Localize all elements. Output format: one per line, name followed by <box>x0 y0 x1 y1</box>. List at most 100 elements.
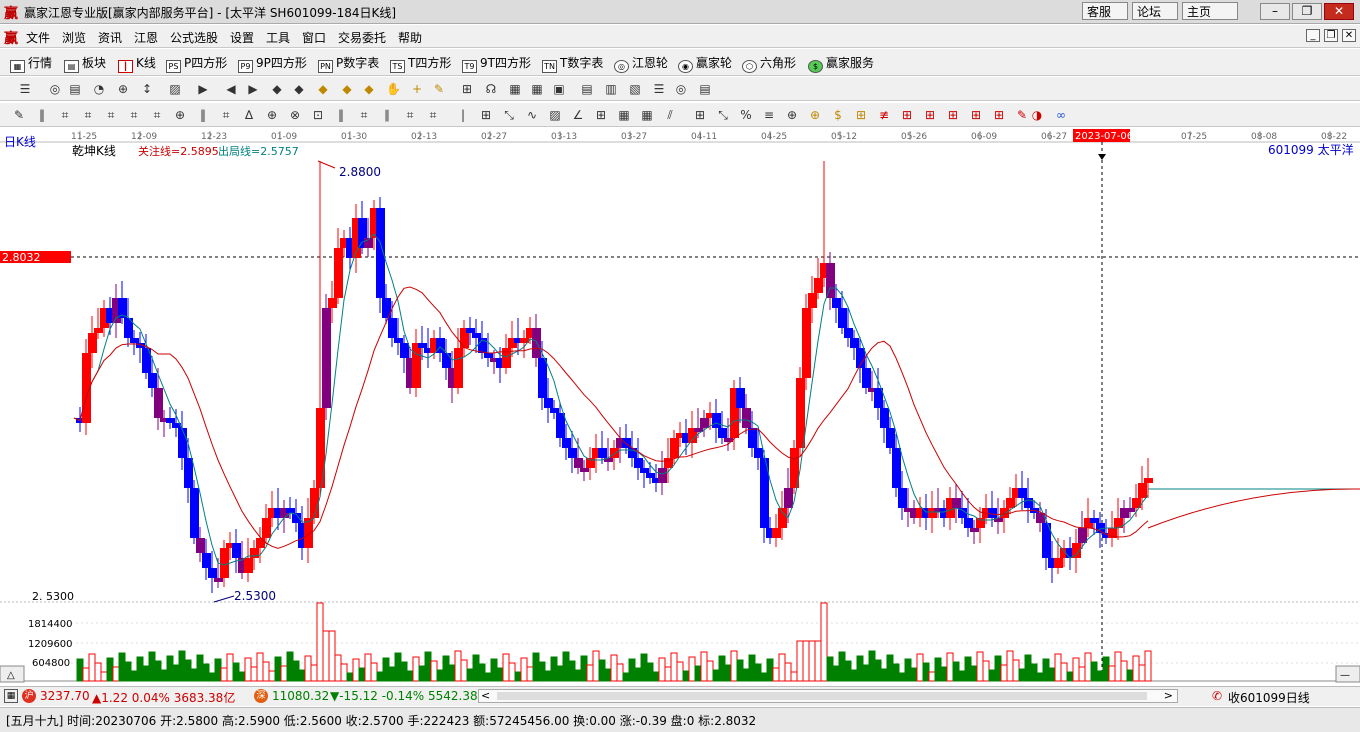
tool-row2-button[interactable]: ⊞ <box>992 108 1006 122</box>
nav-gann-wheel[interactable]: ◎ 江恩轮 <box>614 54 668 73</box>
tool-row2-button[interactable]: ▦ <box>640 108 654 122</box>
tool-row2-button[interactable]: ⌗ <box>104 108 118 122</box>
menu-gann[interactable]: 江恩 <box>134 29 158 46</box>
tool-row1-button[interactable]: + <box>410 82 424 96</box>
nav-hexagon[interactable]: ⬡ 六角形 <box>742 54 796 73</box>
tool-row1-button[interactable]: ☰ <box>652 82 666 96</box>
tool-row2-button[interactable]: ⌗ <box>426 108 440 122</box>
tool-row2-button[interactable]: % <box>739 108 753 122</box>
tool-row1-button[interactable]: ◔ <box>92 82 106 96</box>
tool-row2-button[interactable]: ∆ <box>242 108 256 122</box>
menu-formula[interactable]: 公式选股 <box>170 29 218 46</box>
tool-row1-button[interactable]: ◆ <box>292 82 306 96</box>
tool-row2-button[interactable]: ≡ <box>762 108 776 122</box>
tool-row1-button[interactable]: ◆ <box>362 82 376 96</box>
kline-chart[interactable]: 11-25 12-09 12-23 01-09 01-30 02-13 02-27 03-13… <box>0 128 1360 686</box>
tool-row1-button[interactable]: ✋ <box>386 82 401 96</box>
tool-row2-button[interactable]: ⌗ <box>150 108 164 122</box>
tool-row2-button[interactable]: ‖ <box>35 108 49 122</box>
menu-news[interactable]: 资讯 <box>98 29 122 46</box>
menu-trade[interactable]: 交易委托 <box>338 29 386 46</box>
tool-row2-button[interactable]: ⤡ <box>502 108 516 122</box>
mdi-close-icon[interactable]: ✕ <box>1342 29 1356 42</box>
tool-row1-button[interactable]: ▦ <box>530 82 544 96</box>
tool-row2-button[interactable]: ⤡ <box>716 108 730 122</box>
close-icon[interactable]: ✕ <box>1324 3 1354 20</box>
tool-row2-button[interactable]: ✎ <box>12 108 26 122</box>
tool-row1-button[interactable]: ▣ <box>552 82 566 96</box>
tool-row1-button[interactable]: ☰ <box>18 82 32 96</box>
tool-row2-button[interactable]: ⊞ <box>969 108 983 122</box>
tool-row1-button[interactable]: ▤ <box>580 82 594 96</box>
tool-row2-button[interactable]: ⌗ <box>81 108 95 122</box>
nav-t-table[interactable]: TN T数字表 <box>542 54 603 73</box>
menu-browse[interactable]: 浏览 <box>62 29 86 46</box>
tool-row2-button[interactable]: ⌗ <box>403 108 417 122</box>
tool-row2-button[interactable]: ‖ <box>196 108 210 122</box>
tool-row2-button[interactable]: ✎ <box>1015 108 1029 122</box>
grid-icon[interactable]: ▦ <box>4 689 18 703</box>
tool-row1-button[interactable]: ▦ <box>508 82 522 96</box>
tool-row1-button[interactable]: ▨ <box>168 82 182 96</box>
nav-sectors[interactable]: ▤ 板块 <box>64 54 106 73</box>
tool-row2-button[interactable]: ≢ <box>877 108 891 122</box>
mdi-restore-icon[interactable]: ❐ <box>1324 29 1338 42</box>
tool-row2-button[interactable]: ⫽ <box>663 108 677 122</box>
tool-row1-button[interactable]: ▶ <box>246 82 260 96</box>
tool-row2-button[interactable]: ▨ <box>548 108 562 122</box>
tool-row2-button[interactable]: ⊕ <box>808 108 822 122</box>
tool-row1-button[interactable]: ⊕ <box>116 82 130 96</box>
tool-row2-button[interactable]: ⊞ <box>946 108 960 122</box>
tool-row1-button[interactable]: ◆ <box>340 82 354 96</box>
tool-row2-button[interactable]: ⌗ <box>357 108 371 122</box>
tool-row1-button[interactable]: ◎ <box>674 82 688 96</box>
forum-button[interactable]: 论坛 <box>1132 2 1178 20</box>
tool-row1-button[interactable]: ▤ <box>68 82 82 96</box>
tool-row2-button[interactable]: ∿ <box>525 108 539 122</box>
horizontal-scrollbar[interactable]: < > <box>478 689 1178 703</box>
menu-settings[interactable]: 设置 <box>230 29 254 46</box>
tool-row2-button[interactable]: ⊞ <box>923 108 937 122</box>
tool-row2-button[interactable]: ⊞ <box>693 108 707 122</box>
tool-row2-button[interactable]: ⌗ <box>58 108 72 122</box>
nav-quotes[interactable]: ▦ 行情 <box>10 54 52 73</box>
tool-row2-button[interactable]: ⌗ <box>219 108 233 122</box>
color-wheel-icon[interactable]: ◑ <box>1030 108 1044 122</box>
tool-row2-button[interactable]: ⌗ <box>127 108 141 122</box>
menu-window[interactable]: 窗口 <box>302 29 326 46</box>
tool-row1-button[interactable]: ◀ <box>224 82 238 96</box>
menu-help[interactable]: 帮助 <box>398 29 422 46</box>
tool-row2-button[interactable]: ‖ <box>334 108 348 122</box>
nav-9t-square[interactable]: T9 9T四方形 <box>462 54 531 73</box>
tool-row2-button[interactable]: ∠ <box>571 108 585 122</box>
tool-row1-button[interactable]: ◎ <box>48 82 62 96</box>
scroll-right-icon[interactable]: > <box>1164 689 1173 702</box>
tool-row1-button[interactable]: ◆ <box>316 82 330 96</box>
nav-winner-wheel[interactable]: ◉ 赢家轮 <box>678 54 732 73</box>
tool-row2-button[interactable]: ⊞ <box>479 108 493 122</box>
tool-row1-button[interactable]: ⊞ <box>460 82 474 96</box>
tool-row2-button[interactable]: ⊞ <box>594 108 608 122</box>
tool-row2-button[interactable]: ⊕ <box>265 108 279 122</box>
tool-row1-button[interactable]: ☊ <box>484 82 498 96</box>
tool-row1-button[interactable]: ▧ <box>628 82 642 96</box>
tool-row1-button[interactable]: ✎ <box>432 82 446 96</box>
scroll-left-icon[interactable]: < <box>481 689 490 702</box>
mdi-minimize-icon[interactable]: _ <box>1306 29 1320 42</box>
nav-9p-square[interactable]: P9 9P四方形 <box>238 54 307 73</box>
tool-row2-button[interactable]: ⊞ <box>900 108 914 122</box>
tool-row2-button[interactable]: ⊡ <box>311 108 325 122</box>
scrollbar-thumb[interactable] <box>497 692 1147 700</box>
tool-row1-button[interactable]: ▥ <box>604 82 618 96</box>
nav-p-square[interactable]: PS P四方形 <box>166 54 227 73</box>
tool-row2-button[interactable]: ⊗ <box>288 108 302 122</box>
nav-kline[interactable]: ┃ K线 <box>118 54 156 73</box>
infinity-icon[interactable]: ∞ <box>1054 108 1068 122</box>
nav-p-table[interactable]: PN P数字表 <box>318 54 379 73</box>
tool-row2-button[interactable]: | <box>456 108 470 122</box>
tool-row2-button[interactable]: ∥ <box>380 108 394 122</box>
tool-row2-button[interactable]: ▦ <box>617 108 631 122</box>
tool-row2-button[interactable]: ⊕ <box>785 108 799 122</box>
maximize-icon[interactable]: ❐ <box>1292 3 1322 20</box>
tool-row1-button[interactable]: ▤ <box>698 82 712 96</box>
